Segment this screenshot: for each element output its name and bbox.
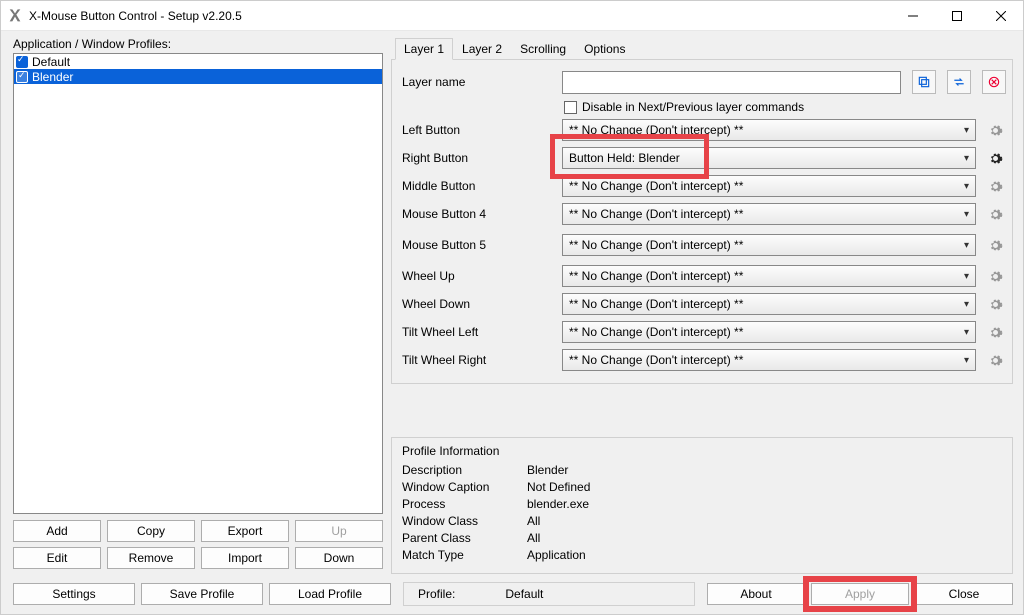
gear-icon[interactable]: [984, 265, 1006, 287]
binding-label: Mouse Button 4: [402, 207, 554, 221]
checkbox-icon: [16, 56, 28, 68]
copy-layer-button[interactable]: [912, 70, 936, 94]
gear-icon[interactable]: [984, 119, 1006, 141]
layer-name-input[interactable]: [562, 71, 901, 94]
binding-combo[interactable]: Button Held: Blender: [562, 147, 976, 169]
profiles-list[interactable]: Default Blender: [13, 53, 383, 514]
binding-label: Mouse Button 5: [402, 238, 554, 252]
binding-label: Tilt Wheel Left: [402, 325, 554, 339]
profile-info-key: Window Caption: [402, 480, 527, 494]
edit-button[interactable]: Edit: [13, 547, 101, 569]
close-window-button[interactable]: [979, 1, 1023, 31]
checkbox-icon: [16, 71, 28, 83]
binding-value: ** No Change (Don't intercept) **: [569, 123, 743, 137]
binding-combo[interactable]: ** No Change (Don't intercept) **: [562, 203, 976, 225]
titlebar: X-Mouse Button Control - Setup v2.20.5: [1, 1, 1023, 31]
tab-layer1[interactable]: Layer 1: [395, 38, 453, 60]
binding-combo[interactable]: ** No Change (Don't intercept) **: [562, 349, 976, 371]
binding-value: ** No Change (Don't intercept) **: [569, 238, 743, 252]
gear-icon[interactable]: [984, 349, 1006, 371]
binding-combo[interactable]: ** No Change (Don't intercept) **: [562, 293, 976, 315]
profile-label: Profile:: [418, 587, 455, 601]
gear-icon[interactable]: [984, 234, 1006, 256]
gear-icon[interactable]: [984, 293, 1006, 315]
save-profile-button[interactable]: Save Profile: [141, 583, 263, 605]
binding-combo[interactable]: ** No Change (Don't intercept) **: [562, 265, 976, 287]
binding-value: ** No Change (Don't intercept) **: [569, 325, 743, 339]
profile-info-key: Match Type: [402, 548, 527, 562]
about-button[interactable]: About: [707, 583, 805, 605]
profile-item[interactable]: Blender: [14, 69, 382, 84]
binding-label: Wheel Down: [402, 297, 554, 311]
binding-combo[interactable]: ** No Change (Don't intercept) **: [562, 321, 976, 343]
binding-value: Button Held: Blender: [569, 151, 680, 165]
revert-layer-button[interactable]: [982, 70, 1006, 94]
profiles-heading: Application / Window Profiles:: [13, 37, 383, 51]
down-button[interactable]: Down: [295, 547, 383, 569]
remove-button[interactable]: Remove: [107, 547, 195, 569]
copy-button[interactable]: Copy: [107, 520, 195, 542]
window-title: X-Mouse Button Control - Setup v2.20.5: [29, 9, 891, 23]
tab-bar: Layer 1 Layer 2 Scrolling Options: [391, 37, 1013, 60]
profile-info-value: Not Defined: [527, 480, 590, 494]
profile-info-title: Profile Information: [402, 444, 1002, 458]
disable-checkbox[interactable]: [564, 101, 577, 114]
binding-combo[interactable]: ** No Change (Don't intercept) **: [562, 175, 976, 197]
binding-value: ** No Change (Don't intercept) **: [569, 207, 743, 221]
settings-button[interactable]: Settings: [13, 583, 135, 605]
profile-item-label: Blender: [32, 70, 73, 84]
tab-options[interactable]: Options: [575, 38, 634, 60]
binding-label: Left Button: [402, 123, 554, 137]
add-button[interactable]: Add: [13, 520, 101, 542]
binding-label: Wheel Up: [402, 269, 554, 283]
maximize-button[interactable]: [935, 1, 979, 31]
binding-label: Tilt Wheel Right: [402, 353, 554, 367]
profile-info-key: Parent Class: [402, 531, 527, 545]
profile-info-value: Blender: [527, 463, 568, 477]
profile-selector: Profile: Default: [403, 582, 695, 606]
binding-value: ** No Change (Don't intercept) **: [569, 297, 743, 311]
gear-icon[interactable]: [984, 147, 1006, 169]
layer-name-label: Layer name: [402, 75, 554, 89]
profile-info-value: All: [527, 514, 540, 528]
binding-value: ** No Change (Don't intercept) **: [569, 353, 743, 367]
import-button[interactable]: Import: [201, 547, 289, 569]
export-button[interactable]: Export: [201, 520, 289, 542]
binding-combo[interactable]: ** No Change (Don't intercept) **: [562, 119, 976, 141]
profile-info-value: All: [527, 531, 540, 545]
profile-info-key: Process: [402, 497, 527, 511]
gear-icon[interactable]: [984, 321, 1006, 343]
profile-info-panel: Profile Information DescriptionBlenderWi…: [391, 437, 1013, 574]
gear-icon[interactable]: [984, 203, 1006, 225]
binding-label: Right Button: [402, 151, 554, 165]
binding-value: ** No Change (Don't intercept) **: [569, 269, 743, 283]
minimize-button[interactable]: [891, 1, 935, 31]
profile-value: Default: [505, 587, 543, 601]
swap-layer-button[interactable]: [947, 70, 971, 94]
tab-scrolling[interactable]: Scrolling: [511, 38, 575, 60]
profile-info-key: Description: [402, 463, 527, 477]
tab-layer2[interactable]: Layer 2: [453, 38, 511, 60]
binding-combo[interactable]: ** No Change (Don't intercept) **: [562, 234, 976, 256]
profile-info-value: blender.exe: [527, 497, 589, 511]
load-profile-button[interactable]: Load Profile: [269, 583, 391, 605]
profile-info-key: Window Class: [402, 514, 527, 528]
disable-label: Disable in Next/Previous layer commands: [582, 100, 804, 114]
binding-label: Middle Button: [402, 179, 554, 193]
apply-button[interactable]: Apply: [811, 583, 909, 605]
binding-value: ** No Change (Don't intercept) **: [569, 179, 743, 193]
app-icon: [7, 8, 23, 24]
profile-item-label: Default: [32, 55, 70, 69]
up-button[interactable]: Up: [295, 520, 383, 542]
close-button[interactable]: Close: [915, 583, 1013, 605]
gear-icon[interactable]: [984, 175, 1006, 197]
profile-item[interactable]: Default: [14, 54, 382, 69]
profile-info-value: Application: [527, 548, 586, 562]
